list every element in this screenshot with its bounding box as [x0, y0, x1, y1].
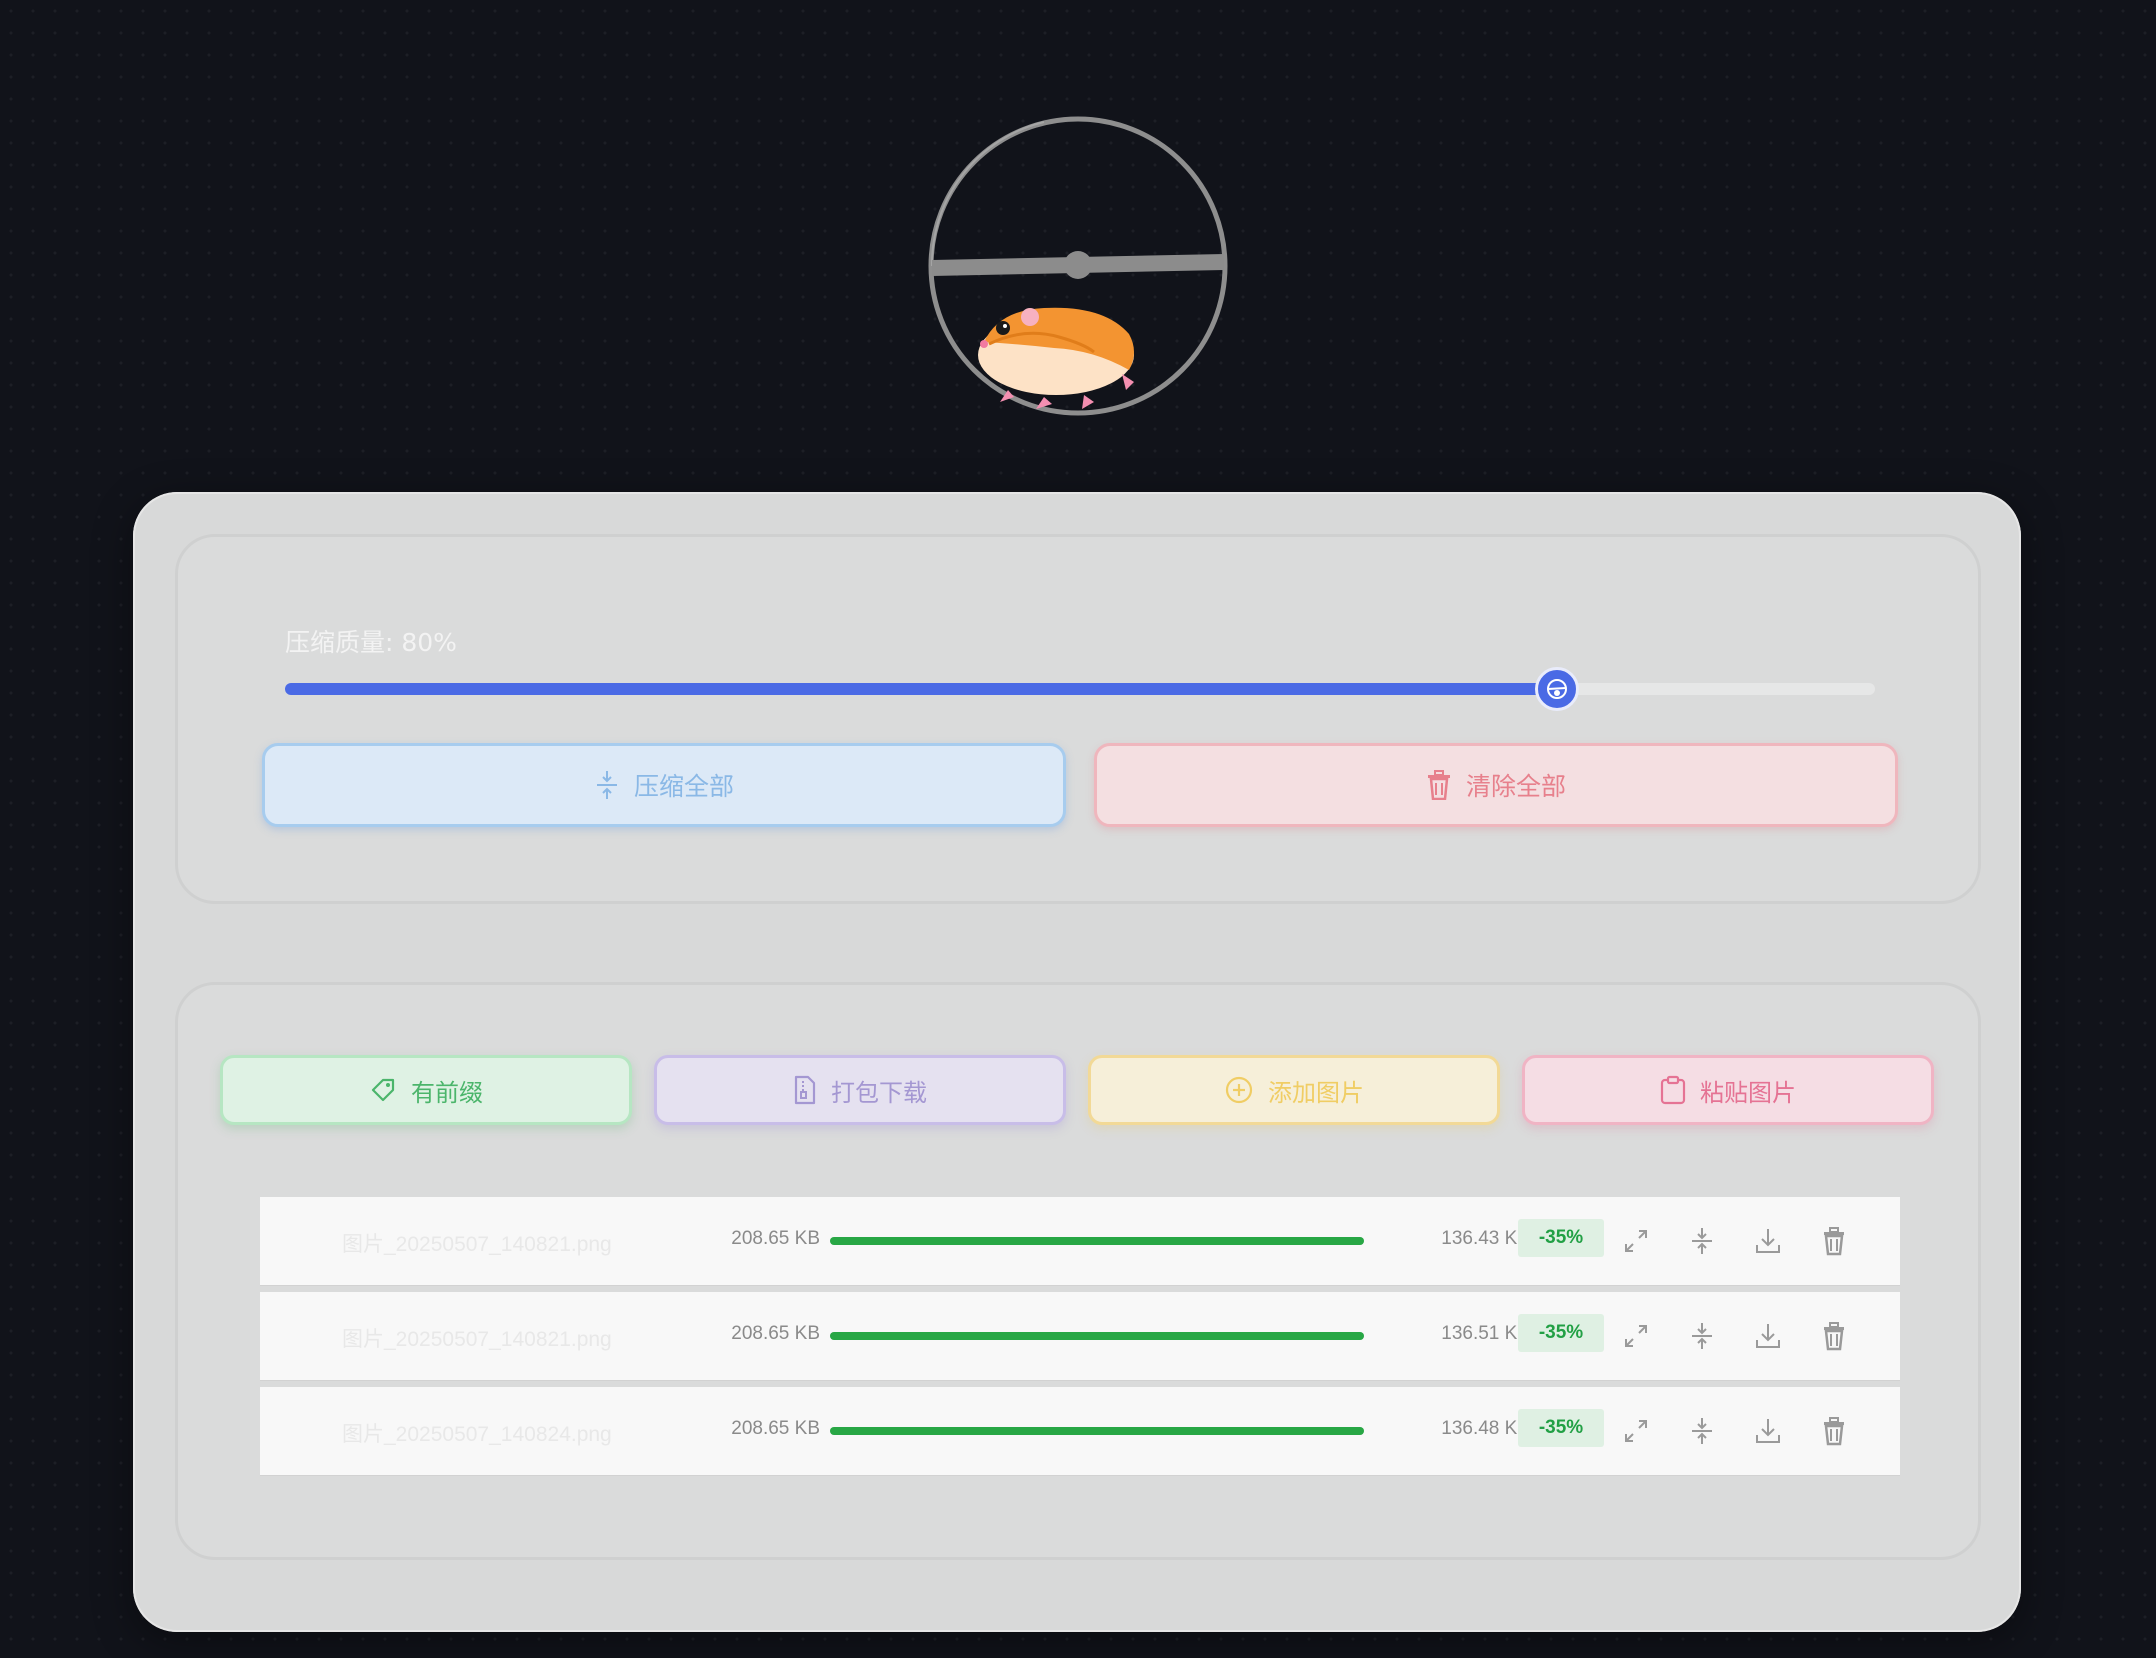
original-size: 208.65 KB	[731, 1418, 820, 1439]
compression-progress-bar	[830, 1332, 1364, 1340]
wheel-icon	[1547, 679, 1567, 699]
file-row: 图片_20250507_140821.png 208.65 KB 136.43 …	[260, 1197, 1900, 1285]
original-size: 208.65 KB	[731, 1323, 820, 1344]
saving-badge: -35%	[1518, 1409, 1604, 1447]
zip-file-icon	[794, 1075, 816, 1105]
download-icon[interactable]	[1752, 1415, 1784, 1447]
progress-fill	[830, 1237, 1364, 1245]
compressed-size: 136.51 KB	[1441, 1323, 1530, 1344]
download-icon[interactable]	[1752, 1320, 1784, 1352]
quality-label: 压缩质量: 80%	[285, 628, 457, 657]
file-name: 图片_20250507_140821.png	[342, 1233, 612, 1256]
compress-icon[interactable]	[1686, 1320, 1718, 1352]
main-panel: 压缩质量: 80% 压缩全部 清除全部 有前缀 打包下载 添加图片 粘贴图片 图…	[133, 492, 2021, 1632]
saving-badge: -35%	[1518, 1314, 1604, 1352]
progress-fill	[830, 1427, 1364, 1435]
original-size: 208.65 KB	[731, 1228, 820, 1249]
tag-icon	[371, 1078, 395, 1102]
compressed-size: 136.43 KB	[1441, 1228, 1530, 1249]
add-circle-icon	[1225, 1076, 1253, 1104]
quality-slider[interactable]	[285, 667, 1875, 711]
quality-slider-thumb[interactable]	[1535, 667, 1579, 711]
progress-fill	[830, 1332, 1364, 1340]
compression-progress-bar	[830, 1237, 1364, 1245]
download-icon[interactable]	[1752, 1225, 1784, 1257]
trash-icon[interactable]	[1818, 1320, 1850, 1352]
compress-all-label: 压缩全部	[633, 772, 734, 801]
expand-icon[interactable]	[1620, 1225, 1652, 1257]
compressed-size: 136.48 KB	[1441, 1418, 1530, 1439]
paste-images-button[interactable]: 粘贴图片	[1522, 1055, 1934, 1125]
compress-icon	[596, 771, 617, 799]
compression-settings-card: 压缩质量: 80% 压缩全部 清除全部	[175, 534, 1981, 904]
prefix-label: 有前缀	[411, 1078, 483, 1107]
compress-all-button[interactable]: 压缩全部	[262, 743, 1066, 827]
expand-icon[interactable]	[1620, 1320, 1652, 1352]
zip-download-label: 打包下载	[831, 1078, 927, 1107]
compression-progress-bar	[830, 1427, 1364, 1435]
compress-icon[interactable]	[1686, 1415, 1718, 1447]
file-list-card: 有前缀 打包下载 添加图片 粘贴图片 图片_20250507_140821.pn…	[175, 982, 1981, 1560]
prefix-toggle-button[interactable]: 有前缀	[220, 1055, 632, 1125]
expand-icon[interactable]	[1620, 1415, 1652, 1447]
file-name: 图片_20250507_140824.png	[342, 1423, 612, 1446]
clipboard-icon	[1660, 1075, 1686, 1105]
hamster-wheel-logo	[924, 112, 1232, 420]
file-row: 图片_20250507_140824.png 208.65 KB 136.48 …	[260, 1387, 1900, 1475]
trash-icon[interactable]	[1818, 1225, 1850, 1257]
clear-all-button[interactable]: 清除全部	[1094, 743, 1898, 827]
file-list: 图片_20250507_140821.png 208.65 KB 136.43 …	[260, 1197, 1900, 1482]
add-images-label: 添加图片	[1268, 1078, 1364, 1107]
add-images-button[interactable]: 添加图片	[1088, 1055, 1500, 1125]
paste-images-label: 粘贴图片	[1700, 1078, 1796, 1107]
saving-badge: -35%	[1518, 1219, 1604, 1257]
trash-icon	[1427, 770, 1450, 800]
clear-all-label: 清除全部	[1465, 772, 1566, 801]
compress-icon[interactable]	[1686, 1225, 1718, 1257]
quality-slider-fill	[285, 683, 1557, 695]
file-row: 图片_20250507_140821.png 208.65 KB 136.51 …	[260, 1292, 1900, 1380]
zip-download-button[interactable]: 打包下载	[654, 1055, 1066, 1125]
file-name: 图片_20250507_140821.png	[342, 1328, 612, 1351]
trash-icon[interactable]	[1818, 1415, 1850, 1447]
